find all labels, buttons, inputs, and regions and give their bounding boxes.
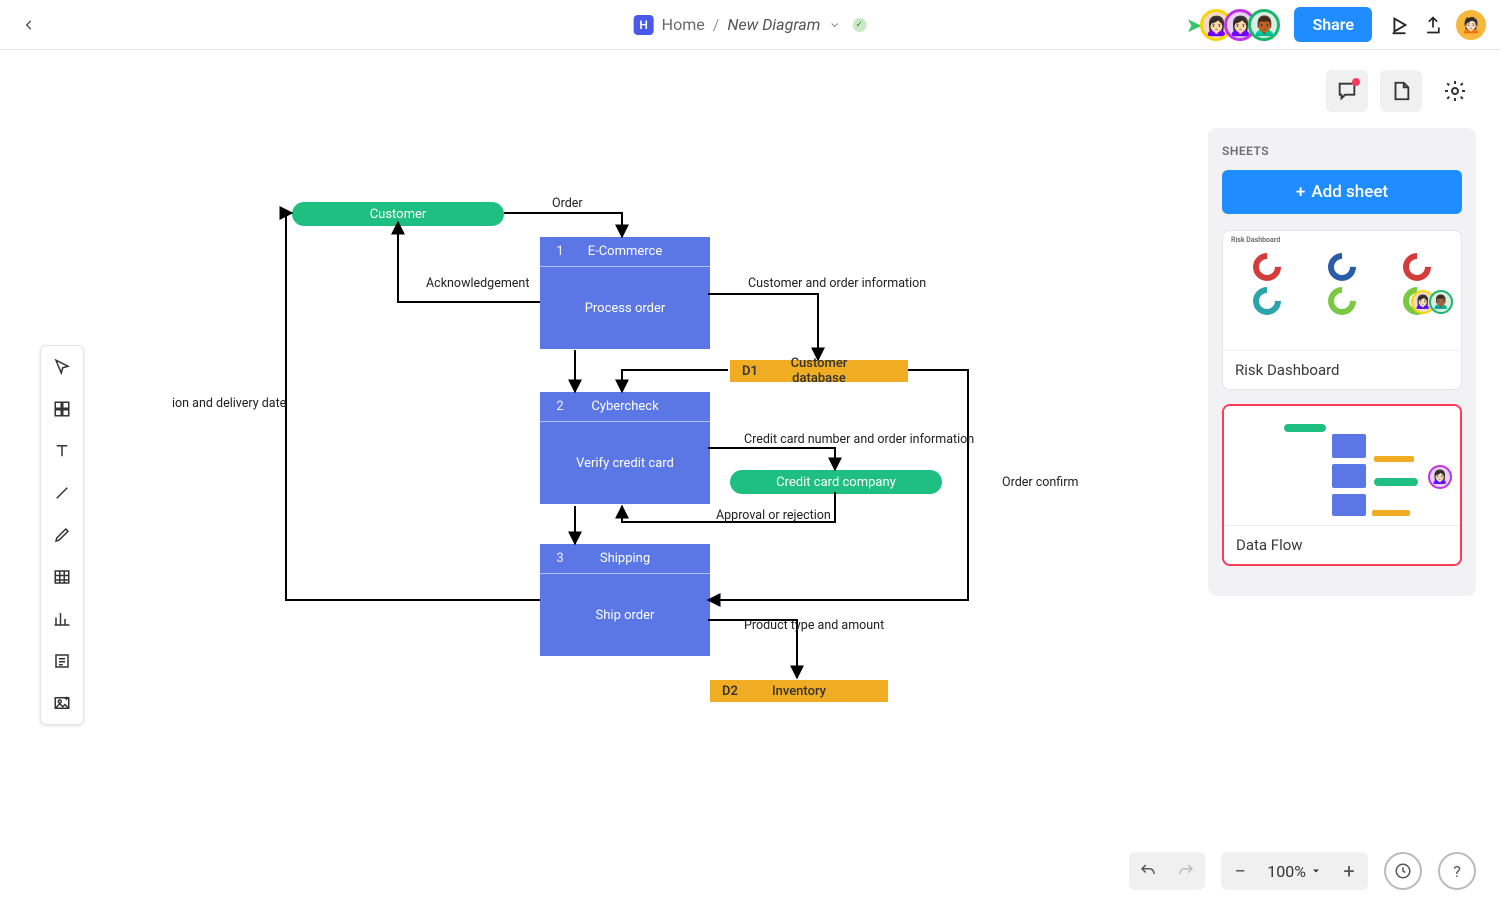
history-button[interactable] (1384, 852, 1422, 890)
sync-status-icon: ✓ (852, 18, 866, 32)
process-body: Process order (585, 301, 666, 316)
process-title: Shipping (580, 551, 710, 566)
edge-label: Product type and amount (744, 618, 884, 633)
edge-label: ion and delivery date (172, 396, 286, 411)
entity-customer[interactable]: Customer (292, 202, 504, 226)
process-shipping[interactable]: 3Shipping Ship order (540, 544, 710, 656)
entity-label: Customer (370, 207, 427, 222)
process-ecommerce[interactable]: 1E-Commerce Process order (540, 237, 710, 349)
bottom-controls: − 100% + ? (1129, 852, 1476, 890)
breadcrumb-separator: / (713, 15, 720, 34)
shapes-tool[interactable] (47, 394, 77, 424)
text-tool[interactable] (47, 436, 77, 466)
sheets-title: SHEETS (1222, 144, 1462, 158)
zoom-out-button[interactable]: − (1221, 852, 1259, 890)
line-tool[interactable] (47, 478, 77, 508)
pages-button[interactable] (1380, 70, 1422, 112)
mini-avatar: 🙍🏻‍♀️ (1428, 465, 1452, 489)
process-number: 2 (540, 399, 580, 414)
edge-label: Customer and order information (748, 276, 926, 291)
pen-tool[interactable] (47, 520, 77, 550)
present-button[interactable] (1382, 8, 1416, 42)
edge-label: Acknowledgement (426, 276, 529, 291)
export-button[interactable] (1416, 8, 1450, 42)
image-tool[interactable] (47, 688, 77, 718)
plus-icon: + (1296, 182, 1305, 202)
help-button[interactable]: ? (1438, 852, 1476, 890)
notification-dot-icon (1352, 78, 1360, 86)
thumb-mini-title: Risk Dashboard (1231, 236, 1280, 244)
datastore-tag: D1 (730, 364, 770, 379)
back-button[interactable] (14, 10, 44, 40)
process-cybercheck[interactable]: 2Cybercheck Verify credit card (540, 392, 710, 504)
add-sheet-label: Add sheet (1311, 182, 1388, 202)
current-user-avatar[interactable]: 🙍🏻 (1456, 10, 1486, 40)
top-bar: H Home / New Diagram ✓ ➤ 🙍🏻‍♀️ 🙍🏻‍♀️ 🙍🏾‍… (0, 0, 1500, 50)
sheet-card-risk-dashboard[interactable]: Risk Dashboard 🙍🏻‍♀️ 🙍🏾‍♂️ Risk Dashboar… (1222, 230, 1462, 390)
redo-button[interactable] (1167, 852, 1205, 890)
process-title: E-Commerce (580, 244, 710, 259)
sheet-card-data-flow[interactable]: 🙍🏻‍♀️ Data Flow (1222, 404, 1462, 566)
datastore-title: Customer database (770, 356, 908, 386)
process-title: Cybercheck (580, 399, 710, 414)
edge-label: Order confirm (1002, 475, 1078, 490)
entity-label: Credit card company (776, 475, 896, 490)
caret-down-icon (1310, 865, 1322, 877)
presence-group: ➤ 🙍🏻‍♀️ 🙍🏻‍♀️ 🙍🏾‍♂️ (1186, 9, 1281, 41)
process-body: Verify credit card (576, 456, 674, 471)
left-toolbar (40, 345, 84, 725)
chevron-down-icon[interactable] (828, 19, 840, 31)
add-sheet-button[interactable]: + Add sheet (1222, 170, 1462, 214)
datastore-tag: D2 (710, 684, 750, 699)
undo-button[interactable] (1129, 852, 1167, 890)
share-button[interactable]: Share (1294, 7, 1372, 42)
comments-button[interactable] (1326, 70, 1368, 112)
breadcrumb-home[interactable]: Home (662, 15, 705, 34)
settings-button[interactable] (1434, 70, 1476, 112)
process-number: 1 (540, 244, 580, 259)
entity-credit-card-company[interactable]: Credit card company (730, 470, 942, 494)
mini-avatar: 🙍🏾‍♂️ (1429, 290, 1453, 314)
app-logo-icon: H (634, 15, 654, 35)
datastore-customer-db[interactable]: D1 Customer database (730, 360, 908, 382)
canvas-action-bar (1326, 70, 1476, 112)
edge-label: Credit card number and order information (744, 432, 974, 447)
edge-label: Approval or rejection (716, 508, 831, 523)
chart-tool[interactable] (47, 604, 77, 634)
breadcrumb-doc-title[interactable]: New Diagram (727, 15, 820, 34)
note-tool[interactable] (47, 646, 77, 676)
zoom-in-button[interactable]: + (1330, 852, 1368, 890)
collaborator-avatar[interactable]: 🙍🏾‍♂️ (1248, 9, 1280, 41)
sheets-panel: SHEETS + Add sheet Risk Dashboard 🙍🏻‍♀️ … (1208, 128, 1476, 596)
thumb-mini-flow (1224, 406, 1460, 525)
zoom-value[interactable]: 100% (1259, 862, 1330, 881)
edge-label: Order (552, 196, 583, 211)
breadcrumb: H Home / New Diagram ✓ (634, 15, 867, 35)
sheet-card-label: Data Flow (1224, 526, 1460, 564)
datastore-title: Inventory (750, 684, 888, 699)
sheet-card-label: Risk Dashboard (1223, 351, 1461, 389)
table-tool[interactable] (47, 562, 77, 592)
process-number: 3 (540, 551, 580, 566)
datastore-inventory[interactable]: D2 Inventory (710, 680, 888, 702)
process-body: Ship order (596, 608, 655, 623)
select-tool[interactable] (47, 352, 77, 382)
